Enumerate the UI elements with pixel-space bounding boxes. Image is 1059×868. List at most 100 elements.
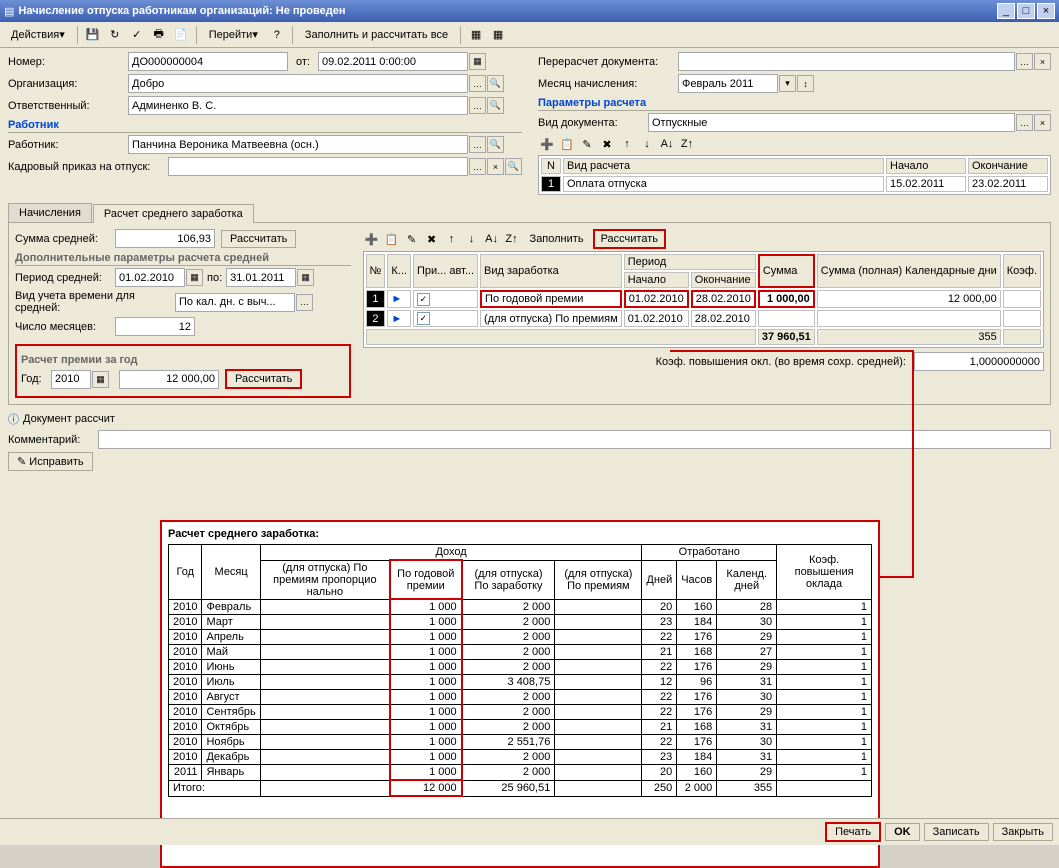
spinner-icon[interactable]: ↕ [797,75,814,92]
sort-asc-icon[interactable]: A↓ [483,230,501,248]
save-icon[interactable]: 💾 [83,25,103,45]
select-icon[interactable]: … [296,294,313,311]
fill-button[interactable]: Заполнить [523,229,591,249]
doctype-input[interactable] [652,117,1011,129]
calendar-icon[interactable]: ▦ [297,269,314,286]
fix-button[interactable]: ✎ Исправить [8,452,93,471]
number-input[interactable] [132,56,284,68]
select-icon[interactable]: … [469,97,486,114]
edit-row-icon[interactable]: ✎ [578,135,596,153]
print-button[interactable]: Печать [825,822,881,842]
comment-label: Комментарий: [8,434,98,446]
movedown-icon[interactable]: ↓ [638,135,656,153]
calendar-icon[interactable]: ▦ [92,371,109,388]
select-icon[interactable]: … [1016,114,1033,131]
calc-bonus-button[interactable]: Рассчитать [225,369,302,389]
month-input[interactable] [682,78,774,90]
resp-label: Ответственный: [8,100,128,112]
table-row[interactable]: 1 ► ✓ По годовой премии 01.02.2010 28.02… [366,290,1041,308]
fill-calc-all-button[interactable]: Заполнить и рассчитать все [298,25,455,45]
delete-row-icon[interactable]: ✖ [423,230,441,248]
report-table: Год Месяц Доход Отработано Коэф. повышен… [168,544,872,797]
minimize-button[interactable]: _ [997,3,1015,19]
open-icon[interactable]: 🔍 [487,97,504,114]
movedown-icon[interactable]: ↓ [463,230,481,248]
report-title: Расчет среднего заработка: [168,528,872,540]
period-to-input[interactable] [230,272,292,284]
select-icon[interactable]: … [1016,53,1033,70]
date-input[interactable] [322,56,464,68]
resp-input[interactable] [132,100,464,112]
ok-button[interactable]: OK [885,823,920,841]
worker-input[interactable] [132,139,464,151]
app-icon: ▤ [4,5,14,18]
table-row: 2010Апрель 1 000 2 000 2217629 1 [169,630,872,645]
maximize-button[interactable]: □ [1017,3,1035,19]
recalc-input[interactable] [682,56,1011,68]
earnings-grid[interactable]: № К... При... авт... Вид заработка Перио… [363,251,1044,348]
clear-icon[interactable]: × [1034,114,1051,131]
copy-row-icon[interactable]: 📋 [383,230,401,248]
clear-icon[interactable]: × [1034,53,1051,70]
worker-label: Работник: [8,139,128,151]
sort-desc-icon[interactable]: Z↑ [503,230,521,248]
delete-row-icon[interactable]: ✖ [598,135,616,153]
coef-input[interactable] [918,356,1040,368]
close-button[interactable]: × [1037,3,1055,19]
year-sum-input[interactable] [123,373,215,385]
avg-sum-input[interactable] [119,233,211,245]
months-input[interactable] [119,321,191,333]
select-icon[interactable]: … [469,158,486,175]
order-input[interactable] [172,161,464,173]
table-row: 2010Март 1 000 2 000 2318430 1 [169,615,872,630]
open-icon[interactable]: 🔍 [505,158,522,175]
months-label: Число месяцев: [15,321,115,333]
comment-input[interactable] [102,434,1047,446]
open-icon[interactable]: 🔍 [487,136,504,153]
open-icon[interactable]: 🔍 [487,75,504,92]
table-row[interactable]: 1 Оплата отпуска 15.02.2011 23.02.2011 [541,176,1048,192]
org-input[interactable] [132,78,464,90]
moveup-icon[interactable]: ↑ [618,135,636,153]
print-icon[interactable]: 🖶 [149,25,169,45]
calendar-icon[interactable]: ▦ [469,53,486,70]
time-type-input[interactable] [179,296,291,308]
calendar-icon[interactable]: ▦ [186,269,203,286]
info-icon: ⓘ [8,411,19,427]
copy-row-icon[interactable]: 📋 [558,135,576,153]
help-icon[interactable]: ? [267,25,287,45]
close-form-button[interactable]: Закрыть [993,823,1053,841]
table-row[interactable]: 2 ► ✓ (для отпуска) По премиям 01.02.201… [366,310,1041,327]
add-row-icon[interactable]: ➕ [538,135,556,153]
dropdown-icon[interactable]: ▾ [779,75,796,92]
post-icon[interactable]: ✓ [127,25,147,45]
select-icon[interactable]: … [469,75,486,92]
list1-icon[interactable]: ▦ [466,25,486,45]
select-icon[interactable]: … [469,136,486,153]
table-row: 2010Декабрь 1 000 2 000 2318431 1 [169,750,872,765]
navigate-menu[interactable]: Перейти ▾ [202,25,265,45]
coef-label: Коэф. повышения окл. (во время сохр. сре… [656,356,906,368]
refresh-icon[interactable]: ↻ [105,25,125,45]
calc-types-table[interactable]: N Вид расчета Начало Окончание 1 Оплата … [538,155,1051,195]
report-icon[interactable]: 📄 [171,25,191,45]
period-from-input[interactable] [119,272,181,284]
moveup-icon[interactable]: ↑ [443,230,461,248]
list2-icon[interactable]: ▦ [488,25,508,45]
extra-params-group: Дополнительные параметры расчета средней [15,252,351,266]
year-input[interactable] [55,373,87,385]
calc-grid-button[interactable]: Рассчитать [593,229,666,249]
edit-row-icon[interactable]: ✎ [403,230,421,248]
actions-menu[interactable]: Действия ▾ [4,25,72,45]
calc-avg-button[interactable]: Рассчитать [221,230,296,248]
clear-icon[interactable]: × [487,158,504,175]
tab-avg-calc[interactable]: Расчет среднего заработка [93,204,254,223]
sort-desc-icon[interactable]: Z↑ [678,135,696,153]
sort-asc-icon[interactable]: A↓ [658,135,676,153]
time-type-label: Вид учета времени для средней: [15,290,175,314]
add-row-icon[interactable]: ➕ [363,230,381,248]
tab-accruals[interactable]: Начисления [8,203,92,222]
table-row: 2010Ноябрь 1 000 2 551,76 2217630 1 [169,735,872,750]
save-button[interactable]: Записать [924,823,989,841]
period-label: Период средней: [15,272,115,284]
